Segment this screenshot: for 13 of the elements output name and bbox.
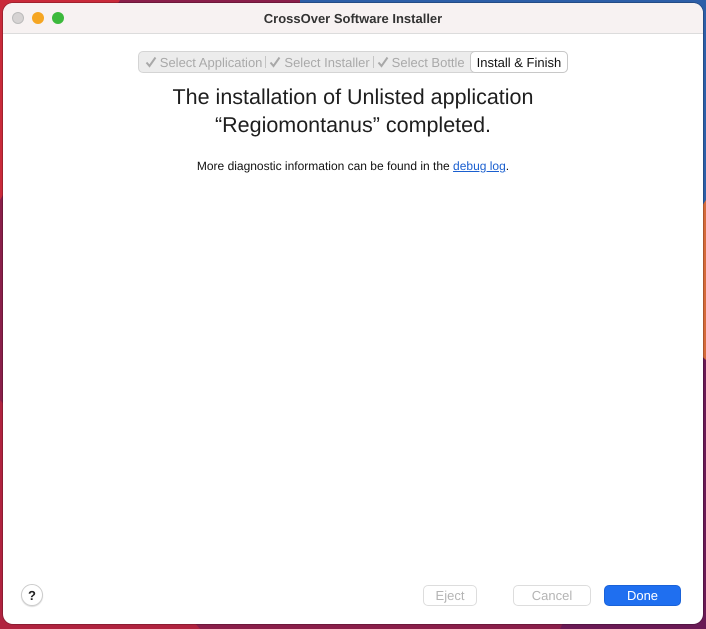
minimize-button[interactable]: [32, 12, 44, 24]
heading-text: “Regiomontanus” completed.: [214, 112, 492, 139]
step-label: Select Application: [160, 54, 262, 70]
help-button[interactable]: ?: [21, 584, 43, 606]
debug-log-link[interactable]: debug log: [453, 159, 506, 173]
message-text: More diagnostic information can be found in the debug log.: [196, 159, 510, 173]
close-button[interactable]: [12, 12, 24, 24]
window-title: CrossOver Software Installer: [264, 10, 442, 26]
default-button[interactable]: Done: [604, 584, 681, 606]
zoom-button[interactable]: [52, 12, 64, 24]
heading-text: The installation of Unlisted application: [172, 84, 534, 111]
step-label: Select Installer: [284, 54, 370, 70]
step-label: Select Bottle: [392, 54, 465, 70]
